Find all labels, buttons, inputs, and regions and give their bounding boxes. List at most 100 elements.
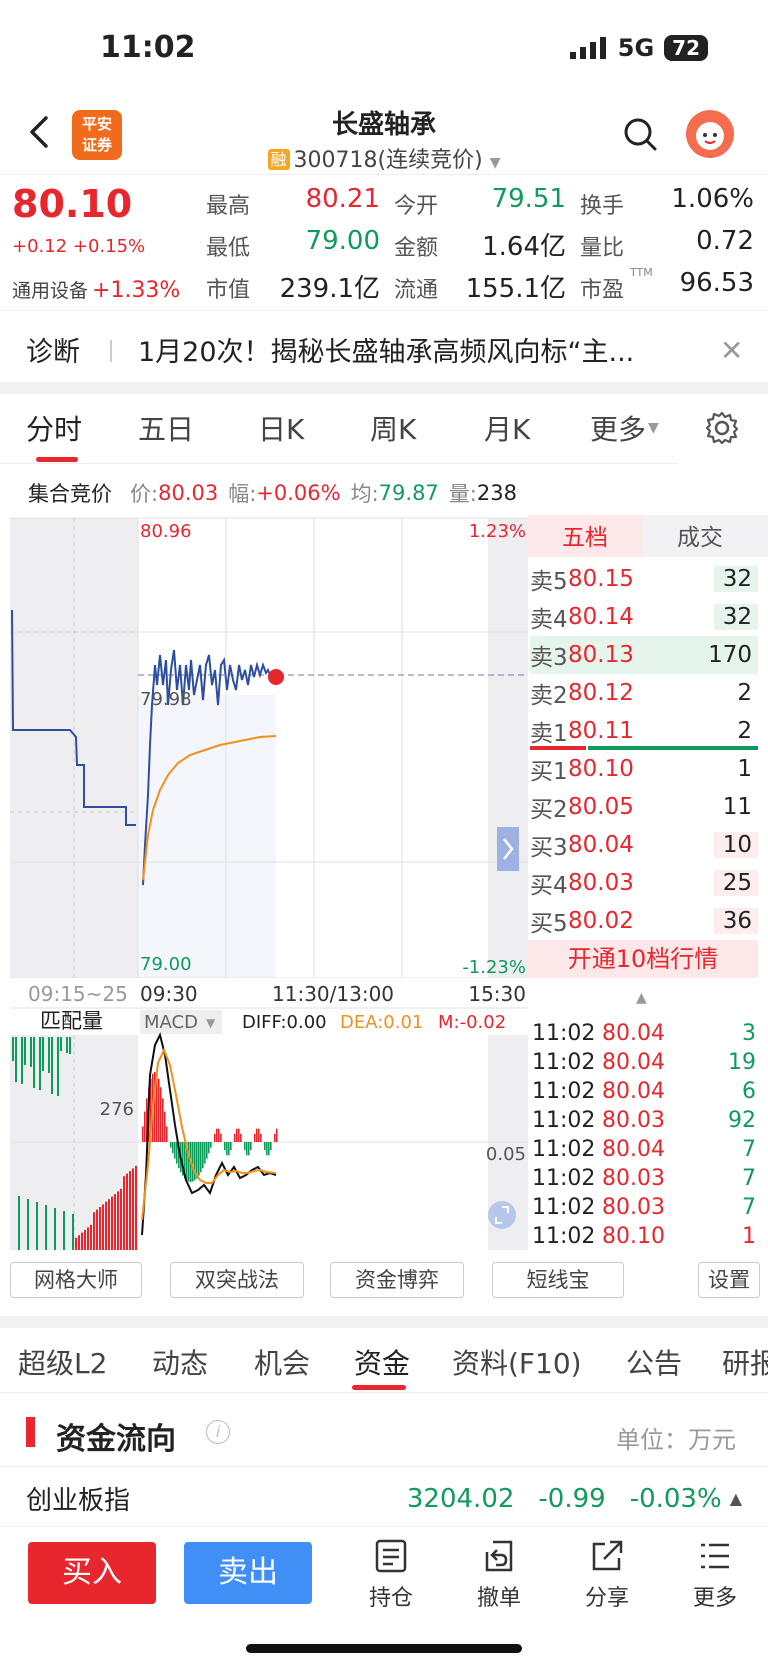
quote-label: 市值: [206, 278, 251, 303]
tab-monthly-k[interactable]: 月K: [484, 408, 530, 448]
macd-bar: [264, 1142, 266, 1151]
tab-news[interactable]: 动态: [152, 1342, 208, 1382]
macd-bar: [198, 1142, 200, 1176]
volume-bar: [45, 1205, 47, 1250]
collapse-up-icon[interactable]: ▲: [636, 990, 647, 1006]
tick-time: 11:02: [532, 1021, 596, 1046]
match-volume-label: 匹配量: [40, 1009, 103, 1033]
orderbook-label: 卖5: [530, 569, 568, 595]
bid-row[interactable]: 买1 80.10 1: [530, 750, 758, 788]
ask-row[interactable]: 卖2 80.12 2: [530, 674, 758, 712]
search-icon[interactable]: [622, 116, 658, 152]
orderbook-label: 卖1: [530, 721, 568, 747]
short-line-button[interactable]: 短线宝: [492, 1262, 624, 1298]
holdings-button[interactable]: 持仓: [351, 1538, 431, 1612]
avatar[interactable]: [686, 110, 734, 158]
volume-bar: [18, 1196, 20, 1250]
macd-bar: [270, 1142, 272, 1151]
index-value: 3204.02: [406, 1483, 515, 1514]
bid-row[interactable]: 买3 80.04 10: [530, 826, 758, 864]
ask-row[interactable]: 卖1 80.11 2: [530, 712, 758, 750]
quote-label: 最低: [206, 236, 251, 261]
tab-opportunity[interactable]: 机会: [254, 1342, 310, 1382]
macd-bar: [256, 1128, 258, 1142]
tab-intraday[interactable]: 分时: [26, 408, 82, 448]
orderbook-vol: 32: [714, 604, 758, 630]
sell-button[interactable]: 卖出: [184, 1542, 312, 1604]
orderbook-vol: 11: [722, 794, 752, 820]
macd-bar: [220, 1133, 222, 1142]
macd-bar: [200, 1142, 202, 1173]
volume-bar: [30, 1037, 32, 1067]
tab-more[interactable]: 更多 ▼: [590, 408, 659, 448]
volume-bar: [66, 1037, 68, 1053]
volume-bar: [102, 1204, 104, 1250]
volume-bar: [129, 1171, 131, 1250]
intraday-chart[interactable]: 80.96 1.23% 79.98 79.00 -1.23% 09:15~25 …: [0, 515, 528, 1250]
macd-bar: [226, 1142, 228, 1156]
tab-five-levels[interactable]: 五档: [528, 518, 642, 552]
time-auction: 09:15~25: [28, 982, 128, 1006]
tick-vol: 7: [742, 1166, 756, 1191]
axis-mid-price: 79.98: [140, 689, 192, 710]
index-ticker[interactable]: 创业板指 3204.02 -0.99 -0.03% ▲: [26, 1480, 742, 1517]
tools-settings-button[interactable]: 设置: [698, 1262, 760, 1298]
double-break-button[interactable]: 双突战法: [170, 1262, 304, 1298]
cancel-order-button[interactable]: 撤单: [459, 1538, 539, 1612]
volume-bar: [114, 1194, 116, 1250]
bid-row[interactable]: 买4 80.03 25: [530, 864, 758, 902]
grid-master-button[interactable]: 网格大师: [10, 1262, 142, 1298]
home-indicator: [246, 1644, 522, 1653]
sector-info[interactable]: 通用设备 +1.33%: [12, 276, 180, 303]
quote-label: 市盈: [580, 278, 625, 303]
tab-weekly-k[interactable]: 周K: [370, 408, 416, 448]
tab-funds[interactable]: 资金: [354, 1342, 410, 1382]
orderbook-price: 80.11: [568, 718, 634, 744]
macd-bar: [234, 1133, 236, 1142]
orderbook-label: 买1: [530, 759, 568, 785]
unit-label: 单位：万元: [616, 1426, 736, 1454]
quote-label: 最高: [206, 194, 251, 219]
ask-row[interactable]: 卖3 80.13 170: [530, 636, 758, 674]
expand-up-icon[interactable]: ▲: [730, 1489, 742, 1508]
volume-bar: [96, 1209, 98, 1250]
ask-row[interactable]: 卖4 80.14 32: [530, 598, 758, 636]
volume-bar: [39, 1037, 41, 1090]
more-button[interactable]: 更多: [675, 1538, 755, 1612]
volume-bar: [69, 1037, 71, 1054]
buy-button[interactable]: 买入: [28, 1542, 156, 1604]
tick-row: 11:02 80.03 7: [532, 1193, 756, 1222]
tab-profile-f10[interactable]: 资料(F10): [452, 1342, 582, 1382]
info-icon[interactable]: i: [206, 1420, 230, 1444]
bid-row[interactable]: 买2 80.05 11: [530, 788, 758, 826]
fund-game-button[interactable]: 资金博弈: [330, 1262, 464, 1298]
tab-five-day[interactable]: 五日: [138, 408, 194, 448]
quote-value: 1.64亿: [482, 232, 566, 262]
tab-daily-k[interactable]: 日K: [258, 408, 304, 448]
volume-bar: [33, 1037, 35, 1088]
ask-row[interactable]: 卖5 80.15 32: [530, 560, 758, 598]
svg-text:▼: ▼: [206, 1016, 216, 1030]
volume-bar: [126, 1173, 128, 1250]
volume-bar: [120, 1188, 122, 1250]
volume-bar: [36, 1202, 38, 1250]
open-ten-levels-button[interactable]: 开通10档行情: [528, 940, 758, 978]
macd-bar: [266, 1142, 268, 1156]
quote-value: 96.53: [679, 268, 754, 298]
settings-gear-icon[interactable]: [704, 410, 740, 446]
axis-min-price: 79.00: [140, 954, 192, 975]
volume-bar: [75, 1237, 77, 1250]
bid-row[interactable]: 买5 80.02 36: [530, 902, 758, 940]
orderbook-price: 80.10: [568, 756, 634, 782]
tab-research[interactable]: 研报: [722, 1342, 768, 1382]
tab-super-l2[interactable]: 超级L2: [18, 1342, 107, 1382]
volume-bar: [72, 1214, 74, 1250]
tick-price: 80.04: [602, 1079, 665, 1104]
diagnosis-headline[interactable]: 1月20次！揭秘长盛轴承高频风向标“主...: [138, 330, 634, 369]
collapse-button: [497, 827, 519, 871]
orderbook-label: 卖3: [530, 645, 568, 671]
close-icon[interactable]: ✕: [720, 334, 743, 367]
tab-announcements[interactable]: 公告: [626, 1342, 682, 1382]
tab-trades[interactable]: 成交: [642, 518, 758, 552]
share-button[interactable]: 分享: [567, 1538, 647, 1612]
